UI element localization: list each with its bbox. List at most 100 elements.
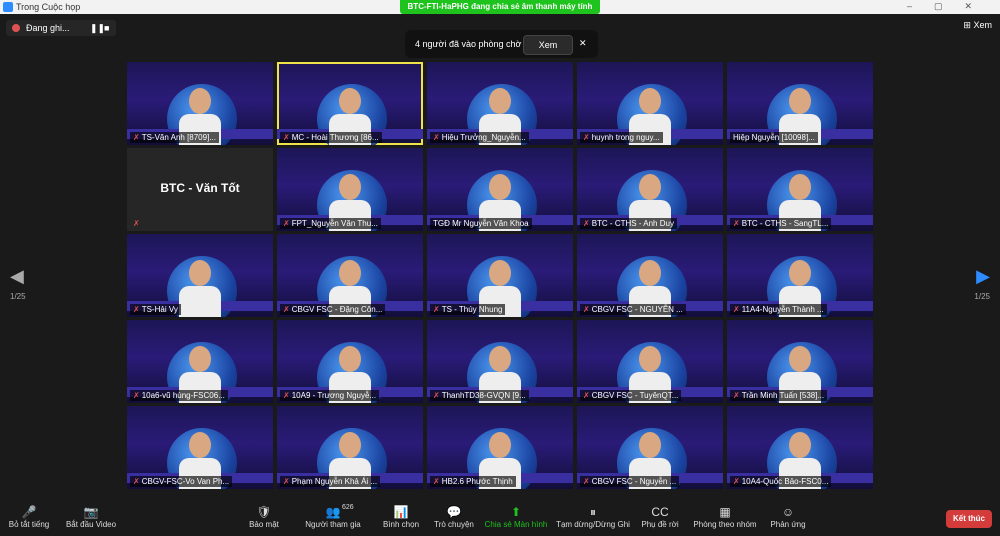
participant-name-label: ✗ [130,218,145,229]
participant-name: TGĐ Mr Nguyễn Văn Khoa [433,219,529,228]
participant-tile[interactable]: ✗ CBGV-FSC-Vo Van Ph... [127,406,273,489]
participant-tile[interactable]: BTC - Văn Tốt ✗ [127,148,273,231]
participant-tile[interactable]: ✗ HB2.6 Phước Thịnh [427,406,573,489]
mic-muted-icon: ✗ [283,305,290,314]
participant-tile[interactable]: ✗ ThanhTD38-GVQN [9... [427,320,573,403]
participant-tile[interactable]: Hiệp Nguyễn [10098]... [727,62,873,145]
participant-name: CBGV FSC - Đặng Côn... [291,305,383,314]
participant-name-label: ✗ BTC - CTHS - Anh Duy [580,218,677,229]
reactions-button[interactable]: ☺ Phản ứng [768,504,808,529]
view-button[interactable]: ⊞ Xem [963,20,992,31]
start-video-button[interactable]: 📷 Bắt đầu Video [62,504,120,529]
participant-name-label: ✗ CBGV FSC - Nguyễn ... [580,476,680,487]
chat-button[interactable]: 💬 Trò chuyện [432,504,476,529]
window-titlebar: Trong Cuộc họp BTC-FTI-HaPHG đang chia s… [0,0,1000,14]
participant-name: 10A4-Quốc Bảo-FSC0... [741,477,829,486]
mic-muted-icon: ✗ [133,477,140,486]
polls-button[interactable]: 📊 Bình chọn [380,504,422,529]
participant-tile[interactable]: ✗ CBGV FSC - Nguyễn ... [577,406,723,489]
mic-muted-icon: ✗ [733,391,740,400]
security-label: Bảo mật [249,520,279,529]
participant-name-label: ✗ Phạm Nguyễn Khả Ái ... [280,476,381,487]
participant-tile[interactable]: ✗ TS - Thúy Nhung [427,234,573,317]
participant-name: ThanhTD38-GVQN [9... [441,391,526,400]
participant-tile[interactable]: TGĐ Mr Nguyễn Văn Khoa [427,148,573,231]
stop-icon[interactable]: ■ [104,23,109,33]
shield-icon: 🛡 [256,505,272,519]
participant-tile[interactable]: ✗ FPT_Nguyễn Văn Thu... [277,148,423,231]
participant-name: Phạm Nguyễn Khả Ái ... [291,477,378,486]
participant-tile[interactable]: ✗ 11A4-Nguyễn Thành ... [727,234,873,317]
participant-tile[interactable]: ✗ 10A9 - Trương Nguyễ... [277,320,423,403]
closed-captions-button[interactable]: CC Phụ đề rời [640,504,680,529]
breakout-rooms-icon: ▦ [719,505,731,519]
mic-muted-icon: 🎤 [21,505,37,519]
participant-tile[interactable]: ✗ Hiệu Trưởng_Nguyễn... [427,62,573,145]
participant-name: CBGV-FSC-Vo Van Ph... [141,477,230,486]
share-screen-button[interactable]: ⬆ Chia sẻ Màn hình [484,504,548,529]
audio-share-banner[interactable]: BTC-FTI-HaPHG đang chia sẻ âm thanh máy … [400,0,600,14]
pause-stop-recording-button[interactable]: ⏸ Tạm dừng/Dừng Ghi [556,504,630,529]
participant-name: FPT_Nguyễn Văn Thu... [291,219,378,228]
participant-name-label: ✗ CBGV FSC - TuyênQT... [580,390,682,401]
participant-name-label: ✗ 10a6-vũ hùng-FSC06... [130,390,228,401]
participant-name: huynh trong nguy... [591,133,660,142]
participant-tile[interactable]: ✗ 10A4-Quốc Bảo-FSC0... [727,406,873,489]
participant-tile[interactable]: ✗ CBGV FSC - Đặng Côn... [277,234,423,317]
mic-muted-icon: ✗ [133,133,140,142]
participant-name-label: Hiệp Nguyễn [10098]... [730,132,818,143]
participant-tile[interactable]: ✗ MC - Hoài Thương [86... [277,62,423,145]
breakout-rooms-button[interactable]: ▦ Phòng theo nhóm [690,504,760,529]
participant-name-label: ✗ BTC - CTHS - SangTL... [730,218,832,229]
mic-muted-icon: ✗ [583,305,590,314]
participant-name-label: ✗ CBGV-FSC-Vo Van Ph... [130,476,233,487]
mic-muted-icon: ✗ [133,305,140,314]
security-button[interactable]: 🛡 Bảo mật [244,504,284,529]
waiting-room-view-button[interactable]: Xem [523,35,573,55]
unmute-button[interactable]: 🎤 Bỏ tắt tiếng [6,504,52,529]
participant-name: TS-Hải Vy [141,305,178,314]
chat-label: Trò chuyện [434,520,474,529]
participant-tile[interactable]: ✗ CBGV FSC - TuyênQT... [577,320,723,403]
participant-tile[interactable]: ✗ huynh trong nguy... [577,62,723,145]
poll-chart-icon: 📊 [393,505,409,519]
pause-icon[interactable]: ❚❚ [90,23,105,34]
zoom-app-icon [3,2,13,12]
mic-muted-icon: ✗ [433,391,440,400]
participant-count: 626 [342,504,354,511]
video-off-icon: 📷 [83,505,99,519]
participant-name: 10A9 - Trương Nguyễ... [291,391,377,400]
participant-tile[interactable]: ✗ Trần Minh Tuấn [538]... [727,320,873,403]
recording-label: Đang ghi... [26,23,70,33]
participant-tile[interactable]: ✗ TS-Văn Anh [8709]... [127,62,273,145]
participant-tile[interactable]: ✗ CBGV FSC - NGUYỄN ... [577,234,723,317]
page-indicator-right: 1/25 [974,292,990,301]
participant-name: CBGV FSC - Nguyễn ... [591,477,677,486]
participant-tile[interactable]: ✗ BTC - CTHS - SangTL... [727,148,873,231]
participant-name: Hiệp Nguyễn [10098]... [733,133,815,142]
participant-tile[interactable]: ✗ BTC - CTHS - Anh Duy [577,148,723,231]
waiting-room-notice: 4 người đã vào phòng chờ Xem ✕ [405,30,598,58]
participant-gallery: ✗ TS-Văn Anh [8709]... ✗ MC - Hoài Thương [… [127,62,873,489]
close-icon[interactable]: ✕ [579,38,587,49]
recording-indicator: Đang ghi... ❚❚ ■ [6,20,116,36]
participants-button[interactable]: 👥 626 Người tham gia [302,504,364,529]
closed-captions-label: Phụ đề rời [641,520,679,529]
mic-muted-icon: ✗ [433,477,440,486]
participant-name-label: TGĐ Mr Nguyễn Văn Khoa [430,218,532,229]
mic-muted-icon: ✗ [733,219,740,228]
participant-tile[interactable]: ✗ Phạm Nguyễn Khả Ái ... [277,406,423,489]
participant-tile[interactable]: ✗ 10a6-vũ hùng-FSC06... [127,320,273,403]
participant-name-label: ✗ 10A4-Quốc Bảo-FSC0... [730,476,832,487]
window-controls[interactable]: –▢✕ [907,1,994,12]
end-meeting-button[interactable]: Kết thúc [946,510,992,528]
previous-page-arrow-icon[interactable]: ◀ [10,266,24,287]
reaction-smile-icon: ☺ [781,505,795,519]
participant-tile[interactable]: ✗ TS-Hải Vy [127,234,273,317]
mic-muted-icon: ✗ [133,219,140,228]
participant-name-label: ✗ Trần Minh Tuấn [538]... [730,390,828,401]
mic-muted-icon: ✗ [583,391,590,400]
next-page-arrow-icon[interactable]: ▶ [976,266,990,287]
participant-name: MC - Hoài Thương [86... [291,133,379,142]
mic-muted-icon: ✗ [283,219,290,228]
